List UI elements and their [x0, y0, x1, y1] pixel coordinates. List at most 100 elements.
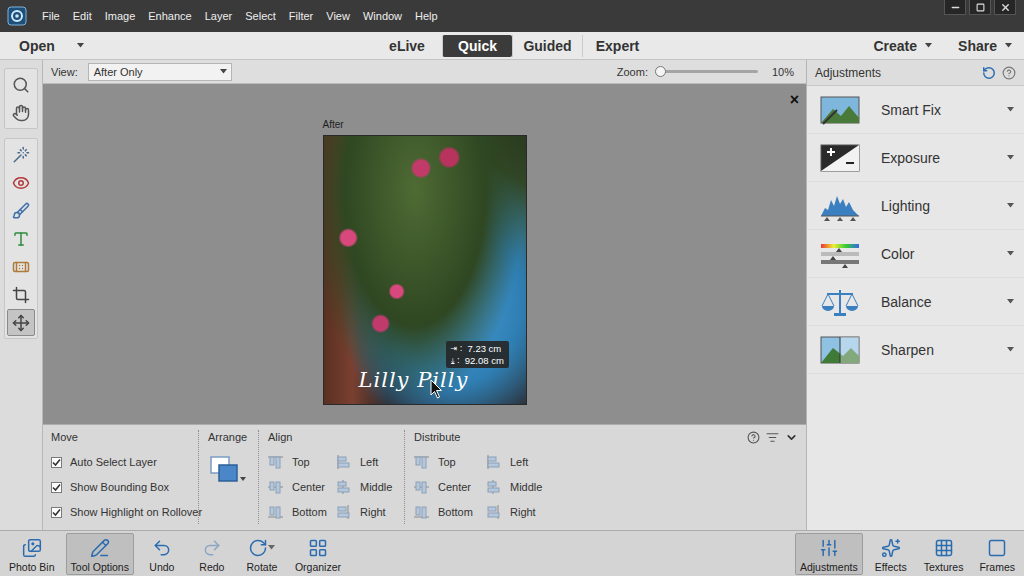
menu-item[interactable]: Layer — [205, 10, 233, 22]
tool-group — [4, 68, 38, 129]
check-icon — [52, 483, 61, 492]
menu-item[interactable]: Select — [245, 10, 276, 22]
view-label: After — [323, 118, 344, 132]
menu-item[interactable]: Window — [363, 10, 402, 22]
minimize-button[interactable] — [944, 0, 966, 15]
distribute-option[interactable]: Bottom — [414, 505, 486, 519]
close-view-button[interactable]: × — [790, 92, 799, 108]
distribute-option[interactable]: Center — [414, 480, 486, 494]
bottom-bar-button[interactable]: Photo Bin — [4, 533, 60, 575]
distribute-option[interactable]: Middle — [486, 480, 558, 494]
window-controls — [944, 0, 1024, 15]
panel-title: Adjustments — [815, 66, 881, 80]
mode-tab[interactable]: Expert — [582, 35, 652, 57]
mode-bar: Open eLiveQuickGuidedExpert Create Share — [0, 32, 1024, 60]
adjustment-item[interactable]: Balance — [807, 278, 1024, 326]
menu-item[interactable]: File — [42, 10, 60, 22]
align-option[interactable]: Right — [336, 505, 404, 519]
balance-icon — [819, 286, 861, 318]
tool-button[interactable] — [7, 197, 35, 224]
align-icon — [336, 505, 351, 519]
menu-list: File Edit Image Enhance Layer Select Filter Vie… — [42, 10, 438, 22]
bottom-bar-button[interactable]: Redo — [190, 533, 234, 575]
bottom-bar-button[interactable]: Rotate — [240, 533, 284, 575]
tool-button[interactable] — [7, 309, 35, 336]
undo-icon — [152, 538, 172, 558]
photo[interactable]: Lilly Pilly⇥ :7.23 cm⤓ :92.08 cm — [323, 135, 527, 405]
action-menu[interactable]: Create — [873, 38, 932, 54]
text-layer[interactable]: Lilly Pilly — [359, 368, 469, 392]
redo-icon — [202, 538, 222, 558]
adjustment-item[interactable]: Exposure — [807, 134, 1024, 182]
zoom-slider[interactable] — [660, 70, 758, 73]
tool-button[interactable] — [7, 253, 35, 280]
check-icon — [52, 508, 61, 517]
mode-tab[interactable]: Quick — [442, 35, 512, 57]
view-dropdown[interactable]: After Only — [88, 63, 232, 81]
zoom-icon — [12, 76, 30, 94]
maximize-icon — [976, 3, 985, 12]
adjustment-item[interactable]: Color — [807, 230, 1024, 278]
caret-icon — [1005, 43, 1012, 48]
distribute-grid: Top Center Bottom Left Middle Right — [414, 455, 560, 519]
adjustment-item[interactable]: Sharpen — [807, 326, 1024, 374]
mode-tabs: eLiveQuickGuidedExpert — [372, 35, 652, 57]
menu-item[interactable]: Enhance — [148, 10, 191, 22]
maximize-button[interactable] — [969, 0, 991, 15]
distribute-option[interactable]: Right — [486, 505, 558, 519]
tool-button[interactable] — [7, 225, 35, 252]
align-option[interactable]: Left — [336, 455, 404, 469]
bottom-bar-button[interactable]: Tool Options — [66, 533, 134, 575]
option-checkbox[interactable]: Auto Select Layer — [51, 455, 198, 469]
tool-button[interactable] — [7, 141, 35, 168]
bottom-bar-button[interactable]: Effects — [869, 533, 913, 575]
bottom-bar-button[interactable]: Adjustments — [795, 533, 863, 575]
align-option[interactable]: Top — [268, 455, 336, 469]
align-option[interactable]: Bottom — [268, 505, 336, 519]
organizer-icon — [308, 538, 328, 558]
menu-item[interactable]: Edit — [73, 10, 92, 22]
menu-item[interactable]: Filter — [289, 10, 313, 22]
bottom-bar-button[interactable]: Frames — [974, 533, 1020, 575]
effects-icon — [881, 538, 901, 558]
zoom-slider-knob[interactable] — [655, 66, 666, 77]
tool-button[interactable] — [7, 71, 35, 98]
hand-icon — [12, 104, 30, 122]
align-icon — [486, 455, 501, 469]
close-window-button[interactable] — [994, 0, 1016, 15]
option-checkbox[interactable]: Show Bounding Box — [51, 480, 198, 494]
textures-icon — [934, 538, 954, 558]
adjustment-item[interactable]: Smart Fix — [807, 86, 1024, 134]
open-button[interactable]: Open — [19, 38, 55, 54]
panel-menu-icon[interactable] — [766, 431, 779, 444]
adjustment-item[interactable]: Lighting — [807, 182, 1024, 230]
caret-icon — [268, 545, 275, 550]
align-option[interactable]: Middle — [336, 480, 404, 494]
menu-item[interactable]: View — [326, 10, 350, 22]
distribute-option[interactable]: Top — [414, 455, 486, 469]
bottom-bar-button[interactable]: Textures — [919, 533, 969, 575]
photo-bin-icon — [22, 538, 42, 558]
mode-tab[interactable]: eLive — [372, 35, 442, 57]
bottom-bar-button[interactable]: Undo — [140, 533, 184, 575]
tool-group — [4, 138, 38, 339]
align-option[interactable]: Center — [268, 480, 336, 494]
tool-button[interactable] — [7, 281, 35, 308]
option-checkbox[interactable]: Show Highlight on Rollover — [51, 505, 198, 519]
mode-tab[interactable]: Guided — [512, 35, 582, 57]
help-icon[interactable] — [1002, 66, 1016, 80]
bottom-bar-button[interactable]: Organizer — [290, 533, 346, 575]
help-icon[interactable] — [747, 431, 760, 444]
tool-button[interactable] — [7, 169, 35, 196]
menu-item[interactable]: Help — [415, 10, 438, 22]
menu-item[interactable]: Image — [105, 10, 136, 22]
align-icon — [414, 455, 429, 469]
collapse-icon[interactable] — [785, 431, 798, 444]
distribute-option[interactable]: Left — [486, 455, 558, 469]
move-icon — [12, 314, 30, 332]
tool-button[interactable] — [7, 99, 35, 126]
caret-icon — [1007, 299, 1014, 304]
action-menu[interactable]: Share — [958, 38, 1012, 54]
reset-icon[interactable] — [982, 66, 996, 80]
arrange-button[interactable] — [208, 455, 248, 487]
